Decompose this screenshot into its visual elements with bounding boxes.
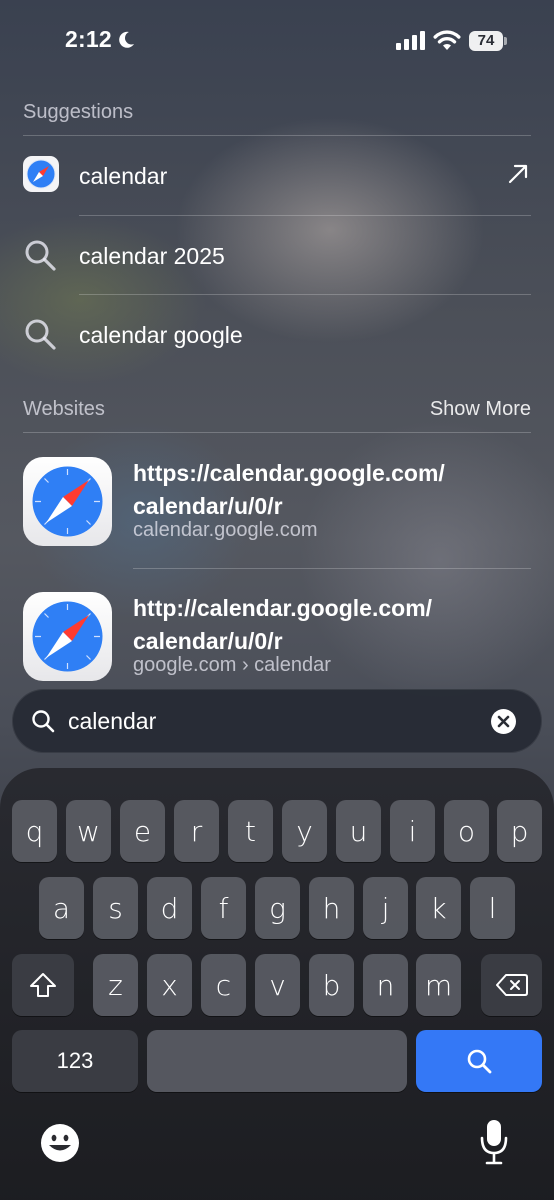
key-j[interactable]: j xyxy=(363,877,408,939)
search-icon xyxy=(32,710,55,733)
show-more-button[interactable]: Show More xyxy=(430,398,531,421)
safari-icon xyxy=(23,156,59,192)
key-h[interactable]: h xyxy=(309,877,354,939)
suggestion-item-calendar-2025[interactable]: calendar 2025 xyxy=(0,217,554,296)
moon-icon xyxy=(119,31,134,48)
suggestion-label: calendar xyxy=(79,163,168,189)
battery-indicator: 74 xyxy=(469,31,507,51)
microphone-icon[interactable] xyxy=(480,1118,508,1166)
suggestion-item-calendar[interactable]: calendar xyxy=(0,137,554,216)
delete-key[interactable] xyxy=(481,954,542,1016)
key-d[interactable]: d xyxy=(147,877,192,939)
key-l[interactable]: l xyxy=(470,877,515,939)
key-f[interactable]: f xyxy=(201,877,246,939)
shift-icon xyxy=(30,973,56,997)
search-key[interactable] xyxy=(416,1030,542,1092)
divider xyxy=(23,432,531,433)
website-title-line: http://calendar.google.com/ xyxy=(133,595,433,621)
search-input[interactable] xyxy=(68,689,468,753)
key-q[interactable]: q xyxy=(12,800,57,862)
key-c[interactable]: c xyxy=(201,954,246,1016)
search-icon xyxy=(25,319,56,350)
battery-level: 74 xyxy=(477,32,495,49)
divider xyxy=(23,135,531,136)
emoji-icon[interactable] xyxy=(40,1123,80,1163)
suggestion-label: calendar google xyxy=(79,322,243,348)
space-key[interactable] xyxy=(147,1030,407,1092)
divider xyxy=(133,568,531,569)
website-title: http://calendar.google.com/ calendar/u/0… xyxy=(133,592,533,658)
key-v[interactable]: v xyxy=(255,954,300,1016)
key-a[interactable]: a xyxy=(39,877,84,939)
status-bar: 2:12 74 xyxy=(0,0,554,84)
suggestion-label: calendar 2025 xyxy=(79,243,225,269)
key-e[interactable]: e xyxy=(120,800,165,862)
key-y[interactable]: y xyxy=(282,800,327,862)
website-subtitle: calendar.google.com xyxy=(133,519,318,541)
divider xyxy=(79,215,531,216)
numbers-key[interactable]: 123 xyxy=(12,1030,138,1092)
key-p[interactable]: p xyxy=(497,800,542,862)
suggestion-item-calendar-google[interactable]: calendar google xyxy=(0,296,554,375)
websites-header: Websites Show More xyxy=(23,398,531,421)
divider xyxy=(79,294,531,295)
key-x[interactable]: x xyxy=(147,954,192,1016)
key-z[interactable]: z xyxy=(93,954,138,1016)
key-g[interactable]: g xyxy=(255,877,300,939)
key-b[interactable]: b xyxy=(309,954,354,1016)
safari-app-icon xyxy=(23,457,112,546)
key-u[interactable]: u xyxy=(336,800,381,862)
arrow-up-right-icon[interactable] xyxy=(507,163,529,185)
key-n[interactable]: n xyxy=(363,954,408,1016)
safari-app-icon xyxy=(23,592,112,681)
website-subtitle: google.com › calendar xyxy=(133,654,331,676)
websites-header-label: Websites xyxy=(23,398,105,420)
key-w[interactable]: w xyxy=(66,800,111,862)
delete-icon xyxy=(495,974,528,996)
cellular-signal-icon xyxy=(396,31,425,50)
search-icon xyxy=(25,240,56,271)
search-bar[interactable] xyxy=(12,689,542,753)
key-k[interactable]: k xyxy=(416,877,461,939)
key-t[interactable]: t xyxy=(228,800,273,862)
clear-icon[interactable] xyxy=(491,709,516,734)
suggestions-header: Suggestions xyxy=(23,101,531,124)
key-m[interactable]: m xyxy=(416,954,461,1016)
key-r[interactable]: r xyxy=(174,800,219,862)
search-icon xyxy=(467,1049,492,1074)
website-title-line: https://calendar.google.com/ xyxy=(133,460,445,486)
website-item[interactable]: https://calendar.google.com/ calendar/u/… xyxy=(0,457,554,577)
key-i[interactable]: i xyxy=(390,800,435,862)
website-title: https://calendar.google.com/ calendar/u/… xyxy=(133,457,533,523)
key-o[interactable]: o xyxy=(444,800,489,862)
shift-key[interactable] xyxy=(12,954,74,1016)
suggestions-header-label: Suggestions xyxy=(23,101,134,123)
key-s[interactable]: s xyxy=(93,877,138,939)
status-time: 2:12 xyxy=(65,26,112,52)
wifi-icon xyxy=(433,30,461,50)
